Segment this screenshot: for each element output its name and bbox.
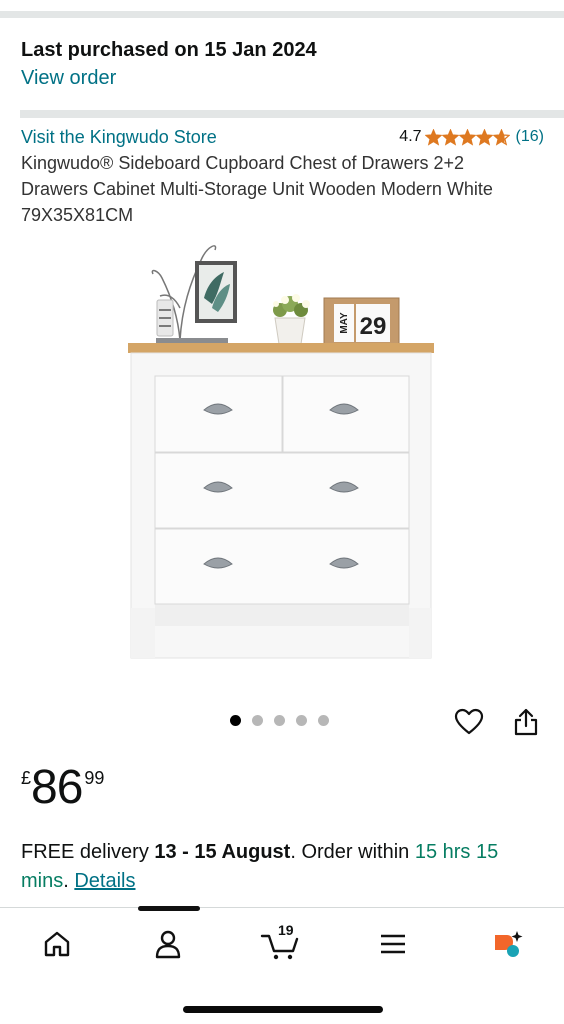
share-icon[interactable]	[509, 705, 543, 739]
account-icon[interactable]	[142, 922, 194, 966]
rating-summary[interactable]: 4.7 (16)	[399, 128, 544, 146]
price: £ 86 99	[21, 762, 104, 814]
delivery-info: FREE delivery 13 - 15 August. Order with…	[21, 838, 544, 896]
pagination-dot[interactable]	[296, 715, 307, 726]
bottom-nav: 19	[0, 906, 564, 1024]
delivery-middle: . Order within	[290, 841, 415, 863]
star-icon	[441, 128, 459, 146]
decor-items: MAY 29	[151, 245, 400, 345]
rufus-assistant-icon[interactable]	[481, 922, 533, 966]
image-pagination[interactable]	[230, 715, 329, 726]
visit-store-link[interactable]: Visit the Kingwudo Store	[21, 127, 217, 148]
star-rating	[424, 128, 510, 146]
view-order-link[interactable]: View order	[21, 64, 317, 92]
cabinet	[128, 343, 434, 659]
pagination-dot[interactable]	[318, 715, 329, 726]
purchase-banner: Last purchased on 15 Jan 2024 View order	[21, 36, 317, 92]
star-icon	[492, 128, 510, 146]
delivery-date: 13 - 15 August	[154, 841, 291, 863]
active-tab-indicator	[138, 906, 200, 911]
top-divider	[0, 11, 564, 18]
last-purchased-text: Last purchased on 15 Jan 2024	[21, 39, 317, 61]
rating-value: 4.7	[399, 128, 422, 145]
pagination-dot[interactable]	[274, 715, 285, 726]
product-image[interactable]: MAY 29	[120, 238, 444, 668]
pagination-dot[interactable]	[230, 715, 241, 726]
star-icon	[424, 128, 442, 146]
delivery-prefix: FREE delivery	[21, 841, 155, 863]
menu-icon[interactable]	[367, 922, 419, 966]
star-icon	[475, 128, 493, 146]
price-fraction: 99	[84, 768, 105, 788]
delivery-suffix: .	[63, 870, 75, 892]
calendar-month: MAY	[339, 312, 350, 334]
star-icon	[458, 128, 476, 146]
price-whole: 86	[31, 761, 83, 814]
product-title: Kingwudo® Sideboard Cupboard Chest of Dr…	[21, 153, 493, 225]
home-indicator-bar	[183, 1006, 383, 1013]
rating-count[interactable]: (16)	[516, 128, 544, 146]
pagination-dot[interactable]	[252, 715, 263, 726]
cart-icon[interactable]: 19	[254, 922, 306, 966]
delivery-details-link[interactable]: Details	[74, 870, 135, 892]
calendar-day: 29	[360, 313, 387, 340]
store-rating-row: Visit the Kingwudo Store 4.7 (16)	[21, 124, 544, 150]
home-icon[interactable]	[31, 922, 83, 966]
cart-count: 19	[278, 922, 294, 938]
price-currency: £	[21, 768, 32, 788]
section-divider	[20, 110, 564, 118]
wishlist-heart-icon[interactable]	[452, 705, 486, 739]
